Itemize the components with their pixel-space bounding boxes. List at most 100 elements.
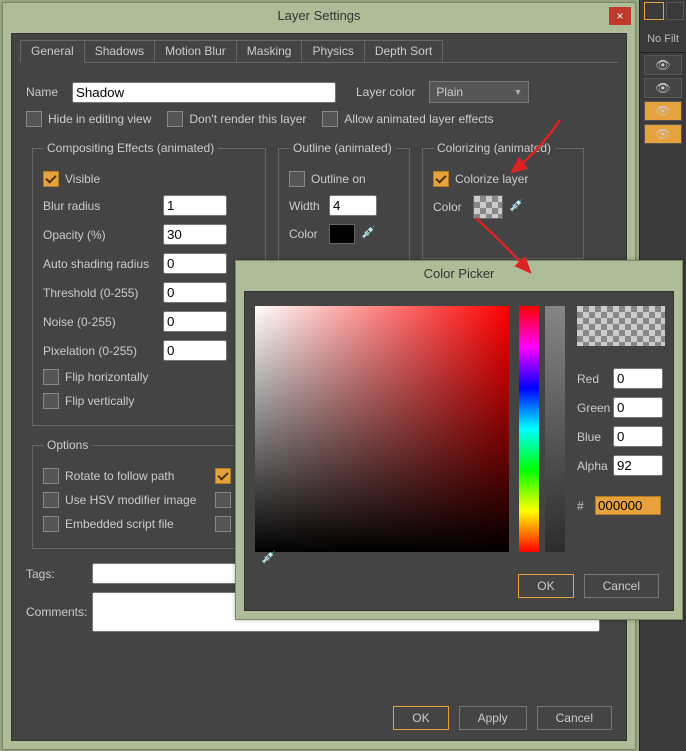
- pixelation-input[interactable]: [163, 340, 227, 361]
- red-label: Red: [577, 372, 613, 386]
- dont-render-label: Don't render this layer: [189, 112, 306, 126]
- colorize-color-swatch[interactable]: [473, 195, 503, 219]
- colorizing-legend: Colorizing (animated): [433, 141, 555, 155]
- comments-label: Comments:: [26, 605, 92, 619]
- color-picker-ok-button[interactable]: OK: [518, 574, 573, 598]
- blur-radius-input[interactable]: [163, 195, 227, 216]
- color-picker-titlebar[interactable]: Color Picker: [236, 261, 682, 287]
- red-input[interactable]: [613, 368, 663, 389]
- alpha-input[interactable]: [613, 455, 663, 476]
- dialog-buttons: OK Apply Cancel: [393, 706, 612, 730]
- outline-color-swatch[interactable]: [329, 224, 355, 244]
- hide-editing-checkbox[interactable]: [26, 111, 42, 127]
- ok-button[interactable]: OK: [393, 706, 448, 730]
- allow-animated-label: Allow animated layer effects: [344, 112, 493, 126]
- noise-input[interactable]: [163, 311, 227, 332]
- color-picker-window: Color Picker Red Green Blue Alpha # 💉 OK…: [235, 260, 683, 620]
- preview-swatch: [577, 306, 665, 346]
- visibility-toggle[interactable]: 👁: [644, 55, 682, 75]
- tab-motion-blur[interactable]: Motion Blur: [154, 40, 237, 62]
- window-titlebar[interactable]: Layer Settings ×: [3, 3, 635, 29]
- threshold-label: Threshold (0-255): [43, 286, 163, 300]
- visible-checkbox[interactable]: [43, 171, 59, 187]
- hue-slider[interactable]: [519, 306, 539, 552]
- eyedropper-icon[interactable]: 💉: [509, 198, 527, 216]
- blur-radius-label: Blur radius: [43, 199, 163, 213]
- alpha-slider[interactable]: [545, 306, 565, 552]
- color-picker-title: Color Picker: [424, 266, 495, 281]
- dont-render-checkbox[interactable]: [167, 111, 183, 127]
- pixelation-label: Pixelation (0-255): [43, 344, 163, 358]
- option-s-checkbox[interactable]: [215, 468, 231, 484]
- tab-physics[interactable]: Physics: [301, 40, 364, 62]
- name-label: Name: [26, 85, 72, 99]
- hsv-modifier-label: Use HSV modifier image: [65, 493, 215, 507]
- option-i2-checkbox[interactable]: [215, 516, 231, 532]
- name-input[interactable]: [72, 82, 336, 103]
- threshold-input[interactable]: [163, 282, 227, 303]
- auto-shading-input[interactable]: [163, 253, 227, 274]
- outline-width-input[interactable]: [329, 195, 377, 216]
- tab-depth-sort[interactable]: Depth Sort: [364, 40, 443, 62]
- visibility-toggle[interactable]: 👁: [644, 101, 682, 121]
- toolbar-icon[interactable]: [666, 2, 684, 20]
- outline-on-label: Outline on: [311, 172, 366, 186]
- outline-width-label: Width: [289, 199, 329, 213]
- allow-animated-checkbox[interactable]: [322, 111, 338, 127]
- color-picker-cancel-button[interactable]: Cancel: [584, 574, 659, 598]
- visibility-toggle[interactable]: 👁: [644, 124, 682, 144]
- layer-color-label: Layer color: [356, 85, 415, 99]
- outline-on-checkbox[interactable]: [289, 171, 305, 187]
- visibility-toggle[interactable]: 👁: [644, 78, 682, 98]
- compositing-fieldset: Compositing Effects (animated) Visible B…: [32, 141, 266, 426]
- blue-input[interactable]: [613, 426, 663, 447]
- filter-label: No Filt: [640, 26, 686, 53]
- flip-v-label: Flip vertically: [65, 394, 134, 408]
- opacity-input[interactable]: [163, 224, 227, 245]
- eyedropper-icon[interactable]: 💉: [261, 550, 279, 568]
- eyedropper-icon[interactable]: 💉: [361, 225, 379, 243]
- alpha-label: Alpha: [577, 459, 613, 473]
- flip-h-label: Flip horizontally: [65, 370, 148, 384]
- tab-general[interactable]: General: [20, 40, 85, 63]
- hide-editing-label: Hide in editing view: [48, 112, 151, 126]
- color-field[interactable]: [255, 306, 509, 552]
- blue-label: Blue: [577, 430, 613, 444]
- green-label: Green: [577, 401, 613, 415]
- close-button[interactable]: ×: [609, 7, 631, 25]
- outline-legend: Outline (animated): [289, 141, 396, 155]
- options-legend: Options: [43, 438, 92, 452]
- colorize-layer-checkbox[interactable]: [433, 171, 449, 187]
- hex-label: #: [577, 499, 595, 513]
- tabs: General Shadows Motion Blur Masking Phys…: [20, 40, 618, 63]
- embedded-script-label: Embedded script file: [65, 517, 215, 531]
- rotate-follow-label: Rotate to follow path: [65, 469, 215, 483]
- tags-label: Tags:: [26, 567, 92, 581]
- color-picker-buttons: OK Cancel: [518, 574, 659, 598]
- opacity-label: Opacity (%): [43, 228, 163, 242]
- apply-button[interactable]: Apply: [459, 706, 527, 730]
- noise-label: Noise (0-255): [43, 315, 163, 329]
- cancel-button[interactable]: Cancel: [537, 706, 612, 730]
- tab-masking[interactable]: Masking: [236, 40, 303, 62]
- tab-shadows[interactable]: Shadows: [84, 40, 155, 62]
- auto-shading-label: Auto shading radius: [43, 257, 163, 271]
- flip-v-checkbox[interactable]: [43, 393, 59, 409]
- compositing-legend: Compositing Effects (animated): [43, 141, 218, 155]
- layer-color-dropdown[interactable]: Plain ▼: [429, 81, 529, 103]
- hex-input[interactable]: [595, 496, 661, 515]
- outline-color-label: Color: [289, 227, 329, 241]
- flip-h-checkbox[interactable]: [43, 369, 59, 385]
- colorize-color-label: Color: [433, 200, 473, 214]
- layer-color-value: Plain: [436, 85, 463, 99]
- embedded-script-checkbox[interactable]: [43, 516, 59, 532]
- visible-label: Visible: [65, 172, 100, 186]
- toolbar-icon[interactable]: [644, 2, 664, 20]
- rotate-follow-checkbox[interactable]: [43, 468, 59, 484]
- hsv-modifier-checkbox[interactable]: [43, 492, 59, 508]
- colorizing-fieldset: Colorizing (animated) Colorize layer Col…: [422, 141, 584, 259]
- option-i1-checkbox[interactable]: [215, 492, 231, 508]
- colorize-layer-label: Colorize layer: [455, 172, 528, 186]
- window-title: Layer Settings: [277, 8, 360, 23]
- green-input[interactable]: [613, 397, 663, 418]
